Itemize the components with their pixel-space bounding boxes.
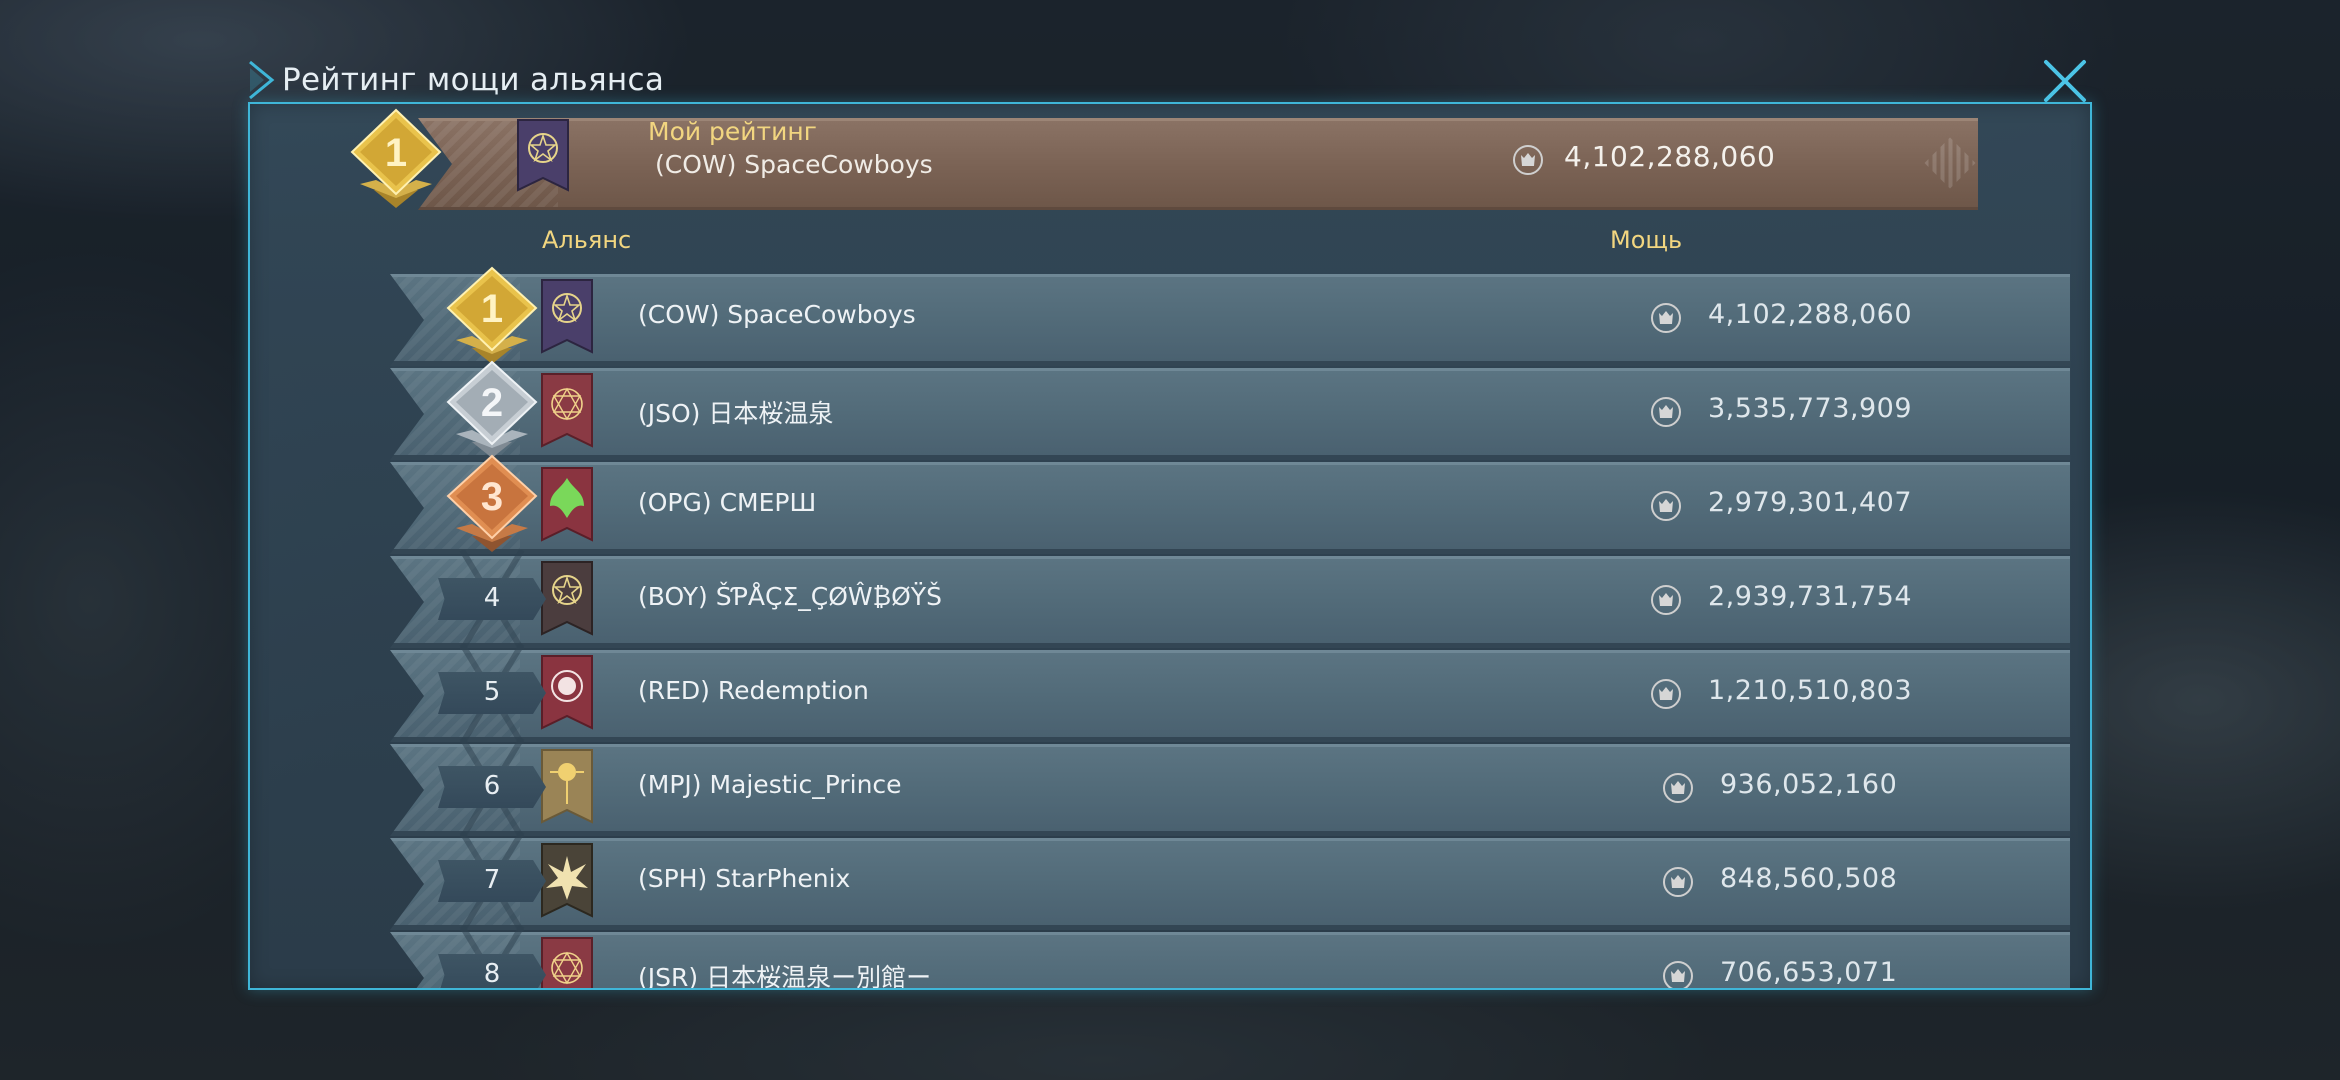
silver-medal-icon: 2	[446, 360, 538, 458]
alliance-banner-icon	[541, 279, 593, 354]
alliance-banner-icon	[541, 373, 593, 448]
alliance-name: (OPG) СМЕРШ	[638, 488, 817, 517]
my-rating-label: Мой рейтинг	[648, 117, 817, 146]
rank-number: 8	[483, 959, 501, 989]
alliance-banner-icon	[517, 119, 569, 192]
crown-power-icon	[1663, 773, 1693, 803]
svg-text:2: 2	[481, 381, 503, 425]
table-row[interactable]: 5 (RED) Redemption 1,210,510,803	[390, 644, 2070, 744]
close-icon[interactable]	[2040, 56, 2090, 106]
rank-badge: 8	[438, 954, 546, 989]
alliance-name: (JSR) 日本桜温泉ー別館ー	[638, 963, 932, 990]
rank-badge: 4	[438, 578, 546, 620]
crown-power-icon	[1513, 145, 1543, 175]
bronze-medal-icon: 3	[446, 454, 538, 552]
table-row[interactable]: 7 (SPH) StarPhenix 848,560,508	[390, 832, 2070, 932]
svg-text:1: 1	[481, 287, 503, 331]
table-row[interactable]: 6 (MPJ) Majestic_Prince 936,052,160	[390, 738, 2070, 838]
alliance-power: 706,653,071	[1720, 957, 1898, 988]
ranking-list[interactable]: 1 (COW) SpaceCowboys 4,102,288,060 2 (JS…	[250, 266, 2090, 990]
alliance-power: 4,102,288,060	[1708, 299, 1913, 330]
crown-power-icon	[1663, 961, 1693, 988]
alliance-name: (RED) Redemption	[638, 676, 869, 705]
rank-badge: 5	[438, 672, 546, 714]
table-row[interactable]: 1 (COW) SpaceCowboys 4,102,288,060	[390, 266, 2070, 366]
alliance-name: (SPH) StarPhenix	[638, 864, 851, 893]
alliance-banner-icon	[541, 655, 593, 730]
alliance-banner-icon	[541, 467, 593, 542]
alliance-banner-icon	[541, 937, 593, 988]
rank-number: 5	[483, 677, 501, 707]
column-header-power: Мощь	[1610, 226, 1683, 254]
dialog-title: Рейтинг мощи альянса	[282, 62, 665, 98]
diamond-ornament-icon	[1924, 137, 1976, 189]
alliance-power: 2,979,301,407	[1708, 487, 1913, 518]
gold-medal-icon: 1	[446, 266, 538, 364]
svg-text:3: 3	[481, 475, 503, 519]
alliance-power: 2,939,731,754	[1708, 581, 1913, 612]
crown-power-icon	[1651, 491, 1681, 521]
svg-text:1: 1	[385, 131, 407, 175]
ranking-panel: 1 Мой рейтинг (COW) SpaceCowboys 4,102,2…	[248, 102, 2092, 990]
table-row[interactable]: 8 (JSR) 日本桜温泉ー別館ー 706,653,071	[390, 926, 2070, 990]
rank-badge: 7	[438, 860, 546, 902]
dialog-title-bar: Рейтинг мощи альянса	[248, 58, 2098, 102]
alliance-banner-icon	[541, 561, 593, 636]
my-power-value: 4,102,288,060	[1564, 140, 1776, 173]
table-row[interactable]: 2 (JSO) 日本桜温泉 3,535,773,909	[390, 360, 2070, 460]
alliance-name: (COW) SpaceCowboys	[638, 300, 916, 329]
rank-number: 4	[483, 583, 501, 613]
gold-medal-icon: 1	[350, 108, 442, 208]
rank-number: 6	[483, 771, 501, 801]
alliance-name: (MPJ) Majestic_Prince	[638, 770, 902, 799]
alliance-banner-icon	[541, 749, 593, 824]
table-row[interactable]: 4 (BOY) ŠƤÅÇΣ_ÇØŴ₿ØŸŠ 2,939,731,754	[390, 550, 2070, 650]
alliance-banner-icon	[541, 843, 593, 918]
alliance-power: 3,535,773,909	[1708, 393, 1913, 424]
alliance-power: 936,052,160	[1720, 769, 1898, 800]
rank-badge: 6	[438, 766, 546, 808]
crown-power-icon	[1651, 585, 1681, 615]
chevron-right-icon	[249, 60, 275, 100]
rank-number: 7	[483, 865, 501, 895]
alliance-name: (BOY) ŠƤÅÇΣ_ÇØŴ₿ØŸŠ	[638, 582, 942, 611]
crown-power-icon	[1651, 397, 1681, 427]
column-header-alliance: Альянс	[542, 226, 632, 254]
alliance-power: 848,560,508	[1720, 863, 1898, 894]
my-alliance-name: (COW) SpaceCowboys	[655, 150, 933, 179]
crown-power-icon	[1651, 303, 1681, 333]
alliance-name: (JSO) 日本桜温泉	[638, 399, 834, 428]
alliance-power: 1,210,510,803	[1708, 675, 1913, 706]
table-row[interactable]: 3 (OPG) СМЕРШ 2,979,301,407	[390, 454, 2070, 554]
crown-power-icon	[1663, 867, 1693, 897]
crown-power-icon	[1651, 679, 1681, 709]
